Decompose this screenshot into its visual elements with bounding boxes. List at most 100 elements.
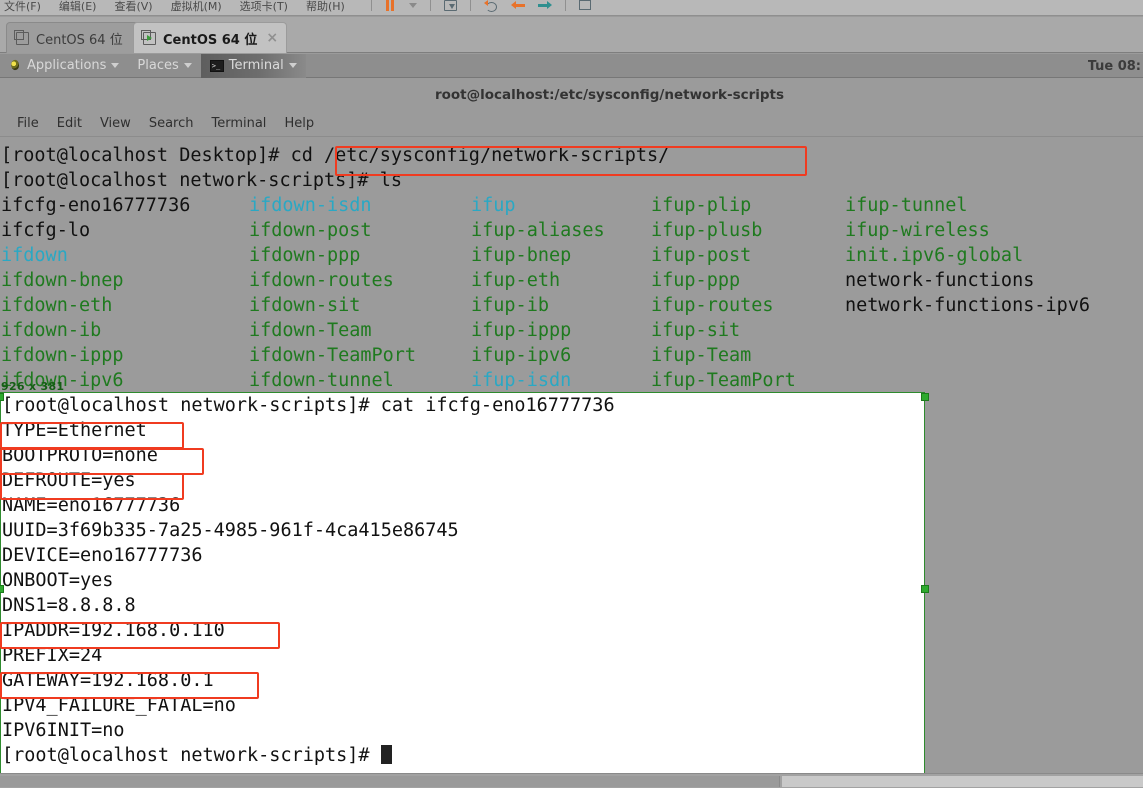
overlay-text-line: DEVICE=eno16777736: [2, 545, 203, 566]
vmware-menu-file[interactable]: 文件(F): [4, 1, 41, 12]
vm-tab-2-label: CentOS 64 位: [163, 32, 258, 48]
ls-entry: ifup-Team: [651, 345, 752, 366]
ls-entry: ifup-post: [651, 245, 752, 266]
ls-entry: ifdown-TeamPort: [249, 345, 417, 366]
overlay-text-line: ONBOOT=yes: [2, 570, 114, 591]
ls-entry: [845, 343, 1143, 368]
toolbar-separator: [469, 0, 471, 11]
vm-tab-2[interactable]: CentOS 64 位 ×: [133, 22, 288, 53]
ls-entry: ifup-ipv6: [471, 345, 572, 366]
panel-places-menu[interactable]: Places: [128, 54, 200, 78]
vmware-tabstrip: CentOS 64 位 × CentOS 64 位 ×: [0, 17, 1143, 53]
panel-clock[interactable]: Tue 08:: [1088, 54, 1143, 78]
ls-entry: ifup-aliases: [471, 220, 605, 241]
chevron-down-icon: [183, 63, 192, 68]
panel-applications-menu[interactable]: Applications: [0, 54, 128, 78]
taskbar-window-button[interactable]: [0, 776, 780, 787]
resize-handle-middle-right[interactable]: [921, 585, 929, 593]
overlay-text-block: [root@localhost network-scripts]# cat if…: [1, 393, 615, 768]
prompt-desktop: [root@localhost Desktop]#: [1, 145, 291, 166]
ls-entry: ifup-plip: [651, 195, 752, 216]
vmware-menu-help[interactable]: 帮助(H): [306, 1, 345, 12]
fullscreen-icon[interactable]: [578, 0, 591, 10]
overlay-text-line: TYPE=Ethernet: [2, 420, 147, 441]
ls-entry: ifup-wireless: [845, 220, 990, 241]
pasted-screenshot-overlay[interactable]: [root@localhost network-scripts]# cat if…: [0, 392, 925, 779]
terminal-cursor: [380, 745, 392, 764]
panel-terminal-window-item[interactable]: >_ Terminal: [200, 53, 306, 78]
ls-entry: ifup-plusb: [651, 220, 763, 241]
vmware-menu-edit[interactable]: 编辑(E): [59, 1, 97, 12]
terminal-menu-terminal[interactable]: Terminal: [202, 111, 275, 137]
terminal-window-title: root@localhost:/etc/sysconfig/network-sc…: [434, 87, 785, 103]
resize-handle-top-left[interactable]: [0, 393, 4, 401]
places-label: Places: [137, 58, 179, 73]
overlay-text-line: [root@localhost network-scripts]# cat if…: [2, 395, 615, 416]
ls-entry: ifup: [471, 195, 516, 216]
vmware-menu-tabs[interactable]: 选项卡(T): [240, 1, 288, 12]
ls-entry: ifdown-ippp: [1, 345, 124, 366]
arrow-right-icon[interactable]: [537, 0, 552, 10]
vmware-menubar: 文件(F) 编辑(E) 查看(V) 虚拟机(M) 选项卡(T) 帮助(H): [0, 0, 345, 15]
ls-entry: [845, 368, 1143, 393]
vm-tab-1[interactable]: CentOS 64 位 ×: [6, 22, 153, 53]
ls-entry: ifcfg-lo: [1, 220, 91, 241]
ls-entry: ifdown-post: [249, 220, 372, 241]
ls-entry: ifup-bnep: [471, 245, 572, 266]
chevron-down-icon[interactable]: [408, 2, 417, 8]
terminal-line-cd: [root@localhost Desktop]# cd /etc/syscon…: [1, 143, 1143, 168]
taskbar-workspace-switcher[interactable]: [782, 776, 1143, 787]
screen-root: 文件(F) 编辑(E) 查看(V) 虚拟机(M) 选项卡(T) 帮助(H) Ce…: [0, 0, 1143, 788]
terminal-window-label: Terminal: [228, 58, 284, 73]
toolbar-separator: [370, 0, 372, 11]
revert-snapshot-icon[interactable]: [483, 0, 498, 12]
overlay-text-line: IPV6INIT=no: [2, 720, 125, 741]
snapshot-icon[interactable]: [443, 0, 457, 11]
command-ls: ls: [379, 170, 402, 191]
ls-entry: ifup-ppp: [651, 270, 741, 291]
resize-handle-top-right[interactable]: [921, 393, 929, 401]
chevron-down-icon: [111, 63, 120, 68]
ls-entry: [845, 318, 1143, 343]
pause-icon[interactable]: [385, 0, 396, 11]
resize-handle-middle-left[interactable]: [0, 585, 4, 593]
vmware-menu-view[interactable]: 查看(V): [114, 1, 152, 12]
ls-output-grid: ifcfg-eno16777736 ifdown-isdn ifup ifup-pli…: [1, 193, 1143, 393]
ls-entry: ifdown-bnep: [1, 270, 124, 291]
terminal-icon: >_: [209, 59, 224, 72]
terminal-titlebar: root@localhost:/etc/sysconfig/network-sc…: [0, 79, 1143, 111]
overlay-text-line: BOOTPROTO=none: [2, 445, 158, 466]
overlay-text-line: IPV4_FAILURE_FATAL=no: [2, 695, 236, 716]
applications-label: Applications: [27, 58, 107, 73]
ls-entry: ifup-ib: [471, 295, 549, 316]
ls-entry: ifup-isdn: [471, 370, 572, 391]
vm-window-icon: [14, 29, 29, 45]
overlay-text-line: UUID=3f69b335-7a25-4985-961f-4ca415e8674…: [2, 520, 459, 541]
ls-entry: ifdown-routes: [249, 270, 394, 291]
terminal-menu-edit[interactable]: Edit: [48, 111, 91, 137]
ls-entry: network-functions: [845, 270, 1035, 291]
ls-entry: ifup-eth: [471, 270, 561, 291]
prompt-network-scripts: [root@localhost network-scripts]#: [1, 170, 380, 191]
overlay-text-line: DNS1=8.8.8.8: [2, 595, 136, 616]
vm-window-running-icon: [141, 29, 156, 45]
ls-entry: ifdown-ib: [1, 320, 102, 341]
ls-entry: ifdown-Team: [249, 320, 372, 341]
terminal-menu-help[interactable]: Help: [275, 111, 323, 137]
chevron-down-icon: [288, 63, 297, 68]
gnome-top-panel: Applications Places >_ Terminal Tue 08:: [0, 53, 1143, 78]
ls-entry: ifcfg-eno16777736: [1, 195, 191, 216]
vmware-menu-vm[interactable]: 虚拟机(M): [171, 1, 222, 12]
overlay-text-line: DEFROUTE=yes: [2, 470, 136, 491]
terminal-menu-search[interactable]: Search: [140, 111, 203, 137]
ls-entry: ifdown-isdn: [249, 195, 372, 216]
ls-entry: ifup-ippp: [471, 320, 572, 341]
terminal-menu-file[interactable]: File: [8, 111, 48, 137]
arrow-left-icon[interactable]: [510, 0, 525, 10]
terminal-menu-view[interactable]: View: [91, 111, 140, 137]
terminal-menubar: File Edit View Search Terminal Help: [0, 111, 1143, 137]
ls-entry: ifup-routes: [651, 295, 774, 316]
gnome-foot-icon: [9, 59, 22, 72]
gnome-bottom-taskbar: [0, 773, 1143, 788]
close-icon[interactable]: ×: [266, 31, 278, 45]
